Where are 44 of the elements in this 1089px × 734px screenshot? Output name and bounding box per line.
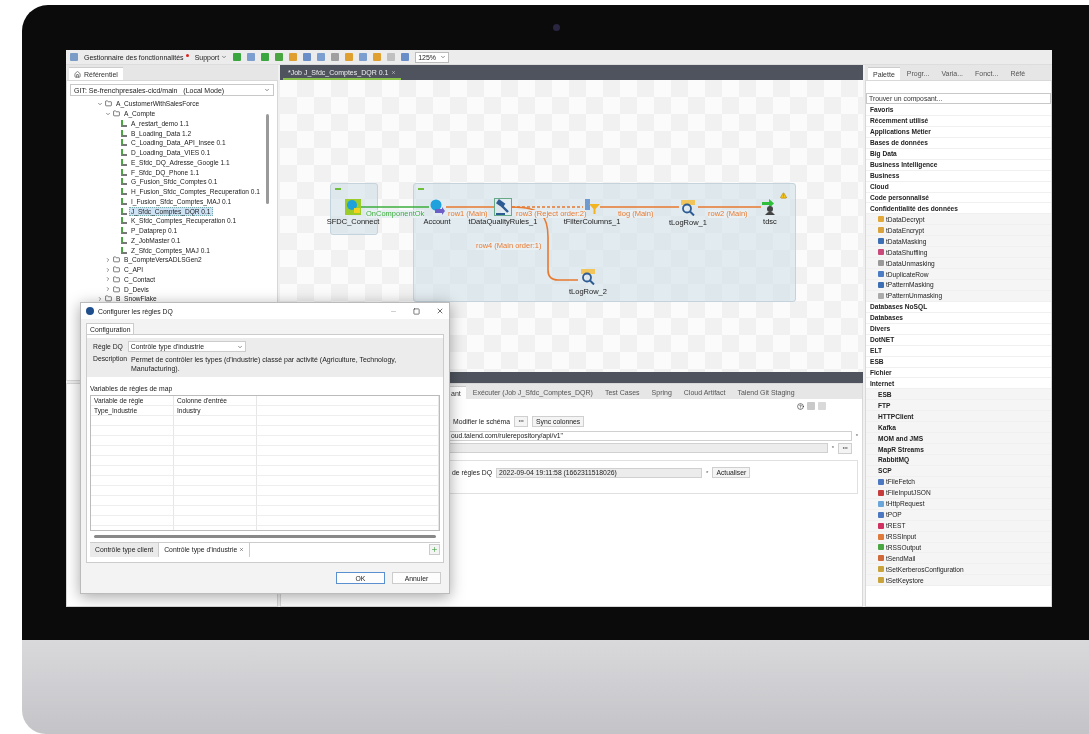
expand-chevron-icon[interactable] bbox=[105, 266, 111, 273]
browse-button[interactable] bbox=[838, 442, 852, 454]
salesforce-input-icon bbox=[429, 199, 445, 215]
ellipsis-icon bbox=[518, 418, 525, 424]
credential-field[interactable] bbox=[448, 443, 828, 453]
folder-icon bbox=[105, 100, 112, 108]
add-rule-button[interactable] bbox=[429, 544, 440, 555]
schema-edit-button[interactable] bbox=[514, 415, 529, 427]
collapse-chevron-icon[interactable] bbox=[97, 100, 103, 107]
collapse-chevron-icon[interactable] bbox=[105, 110, 111, 117]
dropdown-caret-icon bbox=[264, 87, 270, 93]
app-icon[interactable] bbox=[70, 53, 78, 61]
scrollbar[interactable] bbox=[94, 535, 436, 538]
camera-dot bbox=[553, 24, 560, 31]
maximize-icon[interactable] bbox=[413, 307, 420, 315]
person-output-icon bbox=[762, 199, 778, 215]
expand-chevron-icon[interactable] bbox=[105, 286, 111, 293]
expand-chevron-icon[interactable] bbox=[97, 295, 103, 302]
trigger-connector[interactable] bbox=[359, 206, 430, 208]
folder-icon bbox=[105, 295, 112, 303]
close-icon[interactable] bbox=[239, 547, 245, 552]
scrollbar[interactable] bbox=[266, 114, 269, 204]
row-connector[interactable] bbox=[697, 206, 762, 208]
folder-icon bbox=[113, 256, 120, 264]
folder-icon bbox=[113, 110, 120, 118]
home-icon bbox=[74, 70, 81, 78]
plus-icon bbox=[431, 546, 438, 553]
app-logo-icon bbox=[86, 307, 94, 315]
help-icon[interactable] bbox=[797, 402, 804, 410]
log-magnifier-icon bbox=[680, 200, 696, 216]
dropdown-caret-icon bbox=[221, 54, 228, 60]
gavel-icon bbox=[495, 199, 511, 215]
ellipsis-icon bbox=[842, 445, 848, 451]
dropdown-caret-icon bbox=[236, 343, 243, 350]
folder-icon bbox=[113, 285, 120, 293]
salesforce-connection-icon bbox=[345, 199, 361, 215]
close-icon[interactable] bbox=[436, 307, 444, 315]
expand-chevron-icon[interactable] bbox=[105, 276, 111, 283]
row-connector[interactable] bbox=[599, 206, 680, 208]
warning-icon bbox=[780, 192, 787, 199]
filter-icon bbox=[584, 199, 600, 215]
expand-chevron-icon[interactable] bbox=[105, 256, 111, 263]
dropdown-caret-icon bbox=[440, 54, 447, 60]
log-magnifier-icon bbox=[580, 269, 596, 285]
